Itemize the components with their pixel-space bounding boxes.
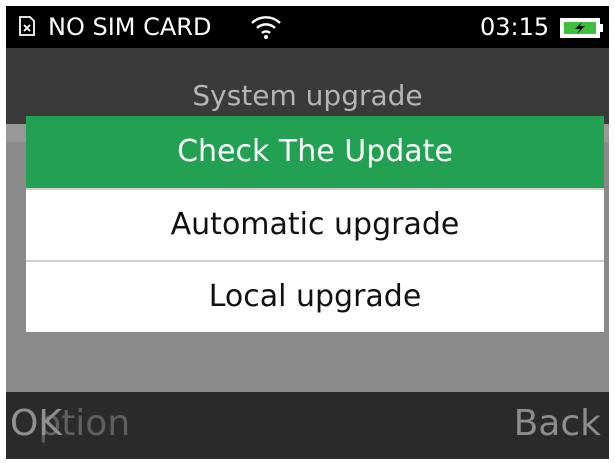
battery-charging-icon [560,18,603,38]
clock: 03:15 [480,13,550,41]
no-sim-icon [19,16,35,36]
menu-item-check-update[interactable]: Check The Update [26,116,604,188]
status-bar: NO SIM CARD 03:15 [6,6,609,48]
wifi-icon [251,16,281,39]
menu-item-local-upgrade[interactable]: Local upgrade [26,262,604,332]
page-title: System upgrade [192,79,423,112]
upgrade-options-menu: Check The Update Automatic upgrade Local… [26,116,604,332]
sim-status-text: NO SIM CARD [48,13,212,41]
menu-item-automatic-upgrade[interactable]: Automatic upgrade [26,190,604,260]
softkey-ok[interactable]: OK [10,402,62,446]
softkey-back[interactable]: Back [514,402,601,446]
softkey-bar: Option OK Back [6,392,609,459]
phone-screen: NO SIM CARD 03:15 System upgrade Check T… [6,6,609,459]
